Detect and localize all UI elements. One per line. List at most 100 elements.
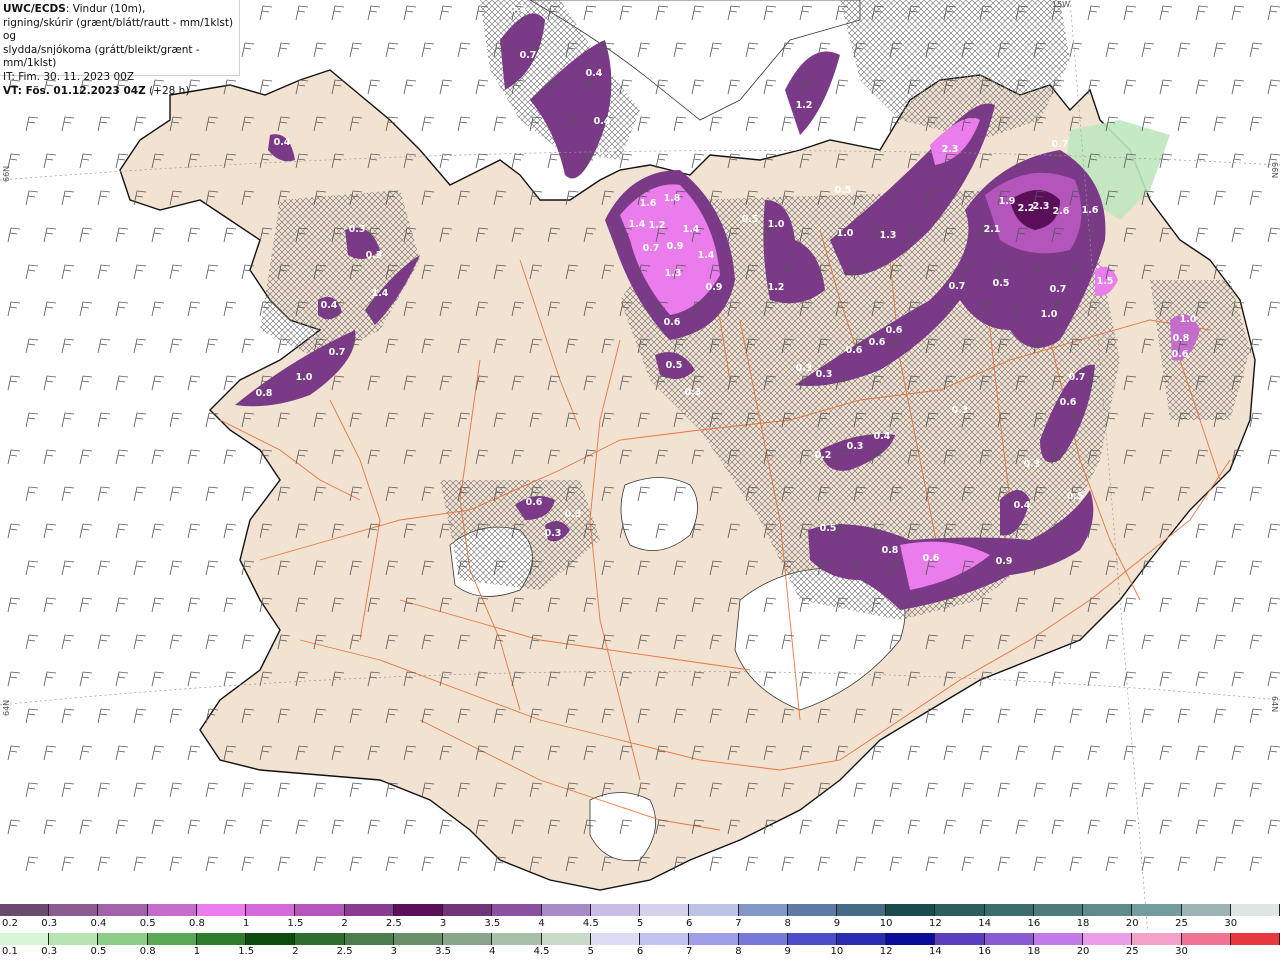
precip-value-label: 0.9 xyxy=(996,556,1013,567)
legend-swatch xyxy=(541,933,591,945)
precip-value-label: 0.6 xyxy=(923,553,940,564)
precip-value-label: 1.5 xyxy=(1097,276,1114,287)
legend-swatch xyxy=(443,933,493,945)
precip-value-label: 0.4 xyxy=(874,431,891,442)
legend-value: 16 xyxy=(978,946,991,957)
legend-value: 16 xyxy=(1027,918,1041,929)
legend-swatch xyxy=(1230,933,1280,945)
map-title: UWC/ECDS xyxy=(3,3,66,15)
legend-value: 1 xyxy=(242,918,250,929)
valid-offset: (+28 h) xyxy=(145,84,190,97)
legend-value: 4 xyxy=(489,946,496,957)
precip-value-label: 0.3 xyxy=(598,146,615,157)
legend-swatch xyxy=(836,933,887,945)
precip-value-label: 1.0 xyxy=(1041,309,1058,320)
precip-value-label: 0.8 xyxy=(256,388,273,399)
precip-value-label: 0.5 xyxy=(1067,491,1084,502)
legend-swatch xyxy=(640,933,690,945)
precip-value-label: 0.3 xyxy=(952,405,969,416)
precip-value-label: 0.4 xyxy=(274,137,291,148)
precip-value-label: 1.3 xyxy=(665,268,682,279)
legend-swatch xyxy=(196,933,247,945)
precip-value-label: 0.4 xyxy=(594,116,611,127)
legend-swatch xyxy=(984,933,1034,945)
precip-value-label: 0.4 xyxy=(1014,500,1031,511)
legend-swatch xyxy=(590,933,641,945)
legend-swatch xyxy=(1132,904,1182,916)
legend-swatch xyxy=(1033,904,1084,916)
legend-swatch xyxy=(1033,933,1084,945)
precip-value-label: 0.7 xyxy=(949,281,966,292)
legend-value: 8 xyxy=(735,946,742,957)
legend-value: 0.8 xyxy=(139,946,156,957)
legend-value: 10 xyxy=(830,946,844,957)
legend-swatch xyxy=(738,904,788,916)
precip-value-label: 0.5 xyxy=(666,360,683,371)
grid-label-top: 15W xyxy=(1052,0,1071,9)
legend-swatch xyxy=(1181,933,1231,945)
precip-value-label: 0.4 xyxy=(586,68,603,79)
map-info-box: UWC/ECDS: Vindur (10m), rigning/skúrir (… xyxy=(0,0,240,97)
precip-value-label: 1.0 xyxy=(1180,314,1197,325)
legend-swatch xyxy=(689,904,739,916)
legend-swatch xyxy=(689,933,739,945)
legend-value: 10 xyxy=(879,918,893,929)
precip-value-label: 0.3 xyxy=(847,441,864,452)
legend-value: 1 xyxy=(193,946,201,957)
valid-time: VT: Fös. 01.12.2023 04Z xyxy=(3,84,146,97)
legend-value: 2.5 xyxy=(385,918,402,929)
map-title-rest: : Vindur (10m), xyxy=(65,3,146,15)
legend-value: 25 xyxy=(1125,946,1139,957)
legend-swatch xyxy=(98,904,148,916)
legend-snow-labels: 0.2 0.3 0.4 0.5 0.8 1 1.5 2 2.5 3 3.5 4 4.5 5 6 7 8 9 10 12… xyxy=(0,918,1280,930)
legend-swatch xyxy=(935,904,985,916)
legend-swatch xyxy=(393,904,444,916)
precip-value-label: 0.2 xyxy=(815,450,832,461)
precip-value-label: 0.3 xyxy=(366,250,383,261)
grid-label-left-upper: 66N xyxy=(2,165,11,182)
legend-swatch xyxy=(147,904,197,916)
grid-label-left-lower: 64N xyxy=(2,699,11,716)
legend-rain-labels: 0.1 0.3 0.5 0.8 1 1.5 2 2.5 3 3.5 4 4.5 5 6 7 8 9 10 12 14 1… xyxy=(0,946,1280,958)
precip-value-label: 0.6 xyxy=(846,345,863,356)
precip-value-label: 0.4 xyxy=(321,300,338,311)
legend-swatch xyxy=(49,904,99,916)
precip-value-label: 2.3 xyxy=(1033,201,1050,212)
legend-swatch xyxy=(886,904,936,916)
legend-swatch xyxy=(295,933,345,945)
legend-rain-scale xyxy=(0,933,1280,945)
precip-value-label: 0.3 xyxy=(565,509,582,520)
grid-label-right-lower: 64N xyxy=(1270,696,1279,713)
legend-swatch xyxy=(590,904,641,916)
precip-value-label: 1.4 xyxy=(372,288,389,299)
legend-swatch xyxy=(0,933,50,945)
legend-value: 20 xyxy=(1076,946,1090,957)
legend-value: 18 xyxy=(1027,946,1041,957)
legend-value: 2 xyxy=(292,946,299,957)
precip-value-label: 1.2 xyxy=(796,100,813,111)
precip-value-label: 0.7 xyxy=(329,347,346,358)
legend-swatch xyxy=(886,933,936,945)
legend-value: 2 xyxy=(341,918,348,929)
legend-value: 0.8 xyxy=(188,918,205,929)
precip-value-label: 1.0 xyxy=(837,228,854,239)
precip-value-label: 1.6 xyxy=(1082,205,1099,216)
precip-value-label: 2.1 xyxy=(984,224,1001,235)
precip-value-label: 0.6 xyxy=(526,497,543,508)
precip-value-label: 1.4 xyxy=(698,250,715,261)
legend-swatch xyxy=(787,904,837,916)
grid-label-right-upper: 66N xyxy=(1270,162,1279,179)
precip-value-label: 0.3 xyxy=(685,387,702,398)
legend-value: 7 xyxy=(686,946,693,957)
legend-swatch xyxy=(836,904,887,916)
legend-swatch xyxy=(640,904,690,916)
issue-time: IT: Fim. 30. 11. 2023 00Z xyxy=(3,70,135,83)
legend-value: 0.5 xyxy=(90,946,107,957)
precip-value-label: 2.6 xyxy=(1053,206,1070,217)
map-description-line3: slydda/snjókoma (grátt/bleikt/grænt - mm… xyxy=(3,43,200,70)
legend-value: 6 xyxy=(686,918,693,929)
legend-swatch xyxy=(541,904,591,916)
legend-value: 0.3 xyxy=(41,918,58,929)
legend-value: 8 xyxy=(784,918,791,929)
legend-swatch xyxy=(147,933,197,945)
